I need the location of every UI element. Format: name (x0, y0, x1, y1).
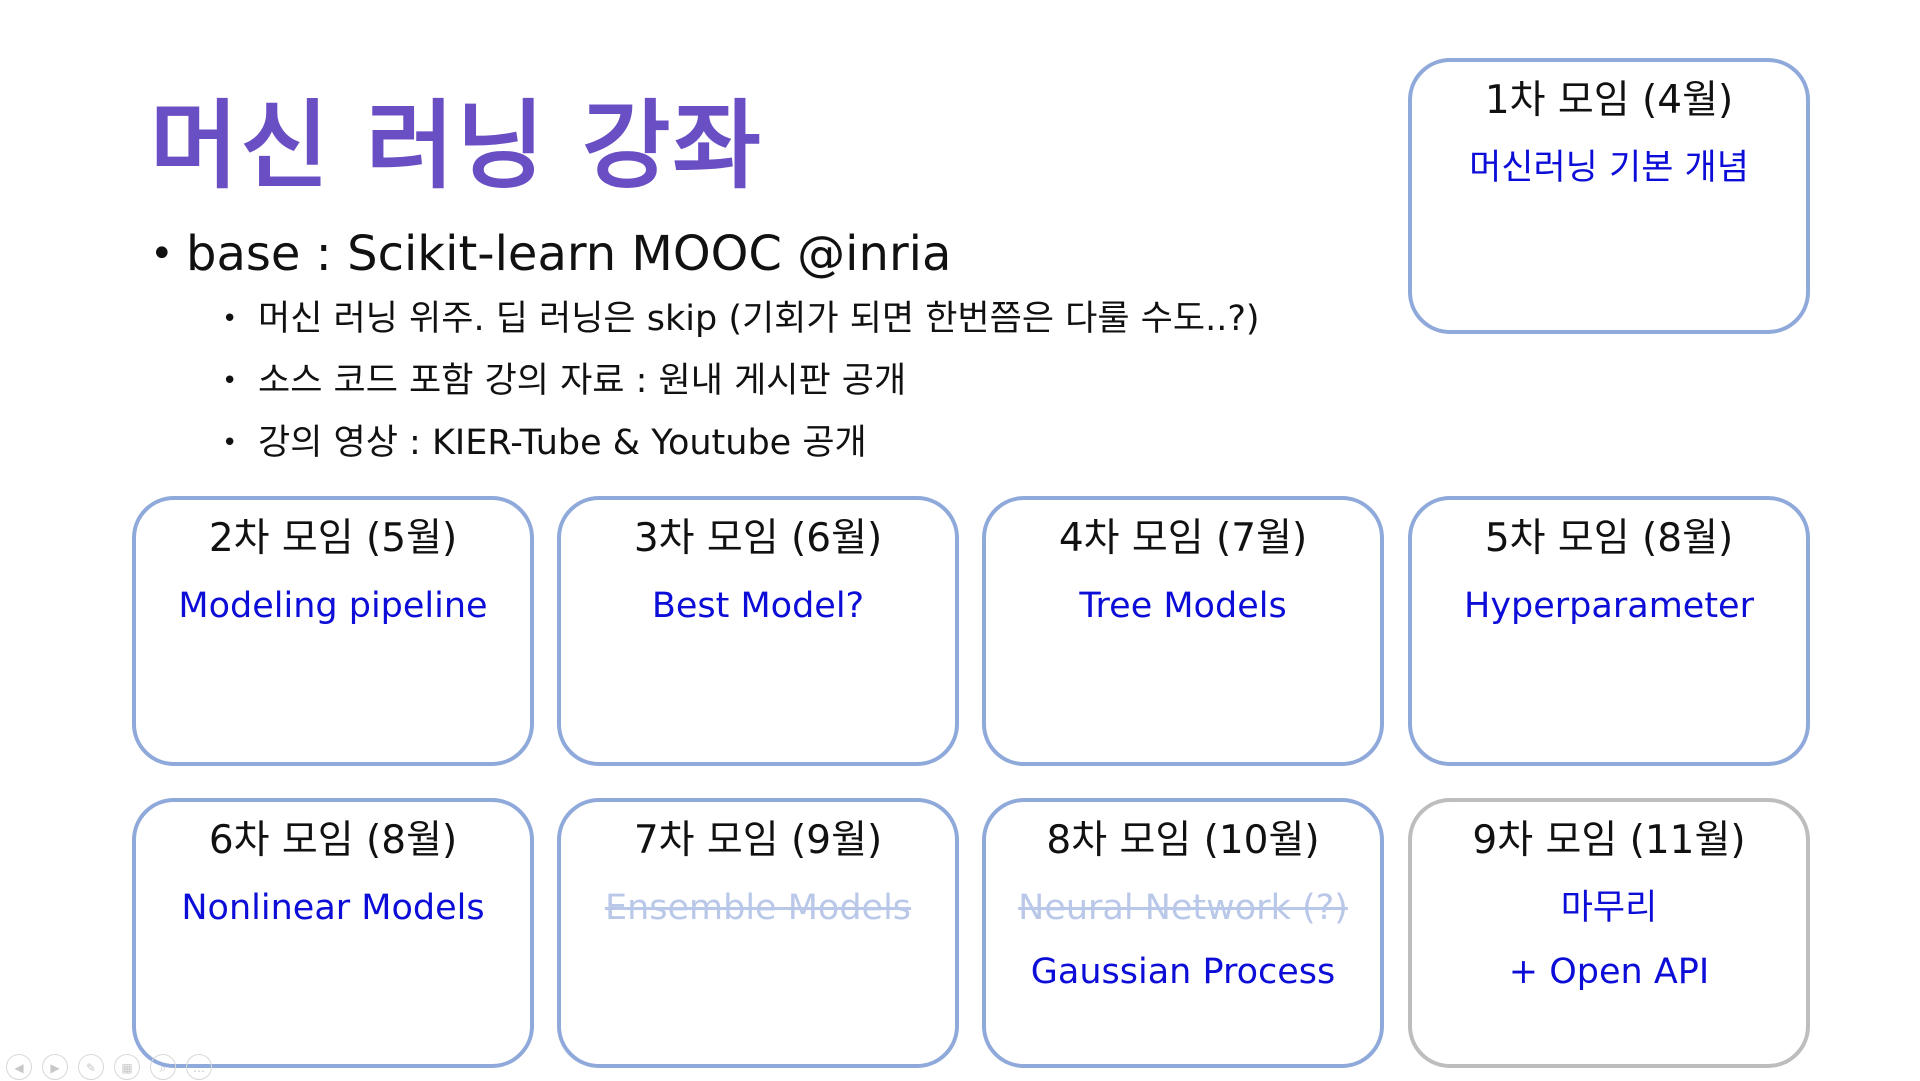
sub-bullet: 강의 영상 : KIER-Tube & Youtube 공개 (150, 418, 1260, 480)
session-card-1: 1차 모임 (4월) 머신러닝 기본 개념 (1408, 58, 1810, 334)
slides-icon[interactable]: ▦ (114, 1054, 140, 1080)
bullet-list: base : Scikit-learn MOOC @inria 머신 러닝 위주… (150, 224, 1260, 480)
session-card-8: 8차 모임 (10월) Neural Network (?) Gaussian … (982, 798, 1384, 1068)
session-header: 2차 모임 (5월) (208, 516, 458, 561)
session-header: 5차 모임 (8월) (1484, 516, 1734, 561)
session-card-3: 3차 모임 (6월) Best Model? (557, 496, 959, 766)
session-topic: Modeling pipeline (178, 586, 488, 626)
sub-bullet: 머신 러닝 위주. 딥 러닝은 skip (기회가 되면 한번쯤은 다룰 수도.… (150, 294, 1260, 356)
next-icon[interactable]: ▶ (42, 1054, 68, 1080)
sub-bullet: 소스 코드 포함 강의 자료 : 원내 게시판 공개 (150, 356, 1260, 418)
session-card-2: 2차 모임 (5월) Modeling pipeline (132, 496, 534, 766)
session-topic: Nonlinear Models (181, 888, 485, 928)
session-header: 6차 모임 (8월) (208, 818, 458, 863)
session-card-6: 6차 모임 (8월) Nonlinear Models (132, 798, 534, 1068)
previous-icon[interactable]: ◀ (6, 1054, 32, 1080)
session-topic: Gaussian Process (1030, 952, 1336, 992)
session-topic: + Open API (1508, 952, 1710, 992)
session-topic: Best Model? (651, 586, 865, 626)
session-topic: 머신러닝 기본 개념 (1469, 148, 1749, 188)
session-topic: 마무리 (1560, 888, 1658, 928)
pen-icon[interactable]: ✎ (78, 1054, 104, 1080)
session-topic-struck: Neural Network (?) (1018, 888, 1348, 928)
session-header: 8차 모임 (10월) (1046, 818, 1320, 863)
slide-title: 머신 러닝 강좌 (150, 90, 763, 202)
session-card-4: 4차 모임 (7월) Tree Models (982, 496, 1384, 766)
session-header: 3차 모임 (6월) (633, 516, 883, 561)
session-card-7: 7차 모임 (9월) Ensemble Models (557, 798, 959, 1068)
session-card-5: 5차 모임 (8월) Hyperparameter (1408, 496, 1810, 766)
session-header: 4차 모임 (7월) (1058, 516, 1308, 561)
presenter-toolbar: ◀ ▶ ✎ ▦ ⌕ … (6, 1054, 212, 1080)
session-topic: Hyperparameter (1464, 586, 1754, 626)
zoom-icon[interactable]: ⌕ (150, 1054, 176, 1080)
session-header: 7차 모임 (9월) (633, 818, 883, 863)
bullet-main: base : Scikit-learn MOOC @inria (150, 224, 1260, 294)
session-topic-struck: Ensemble Models (604, 888, 912, 928)
session-card-9: 9차 모임 (11월) 마무리 + Open API (1408, 798, 1810, 1068)
session-header: 9차 모임 (11월) (1472, 818, 1746, 863)
session-topic: Tree Models (1079, 586, 1287, 626)
session-header: 1차 모임 (4월) (1484, 78, 1734, 123)
more-icon[interactable]: … (186, 1054, 212, 1080)
